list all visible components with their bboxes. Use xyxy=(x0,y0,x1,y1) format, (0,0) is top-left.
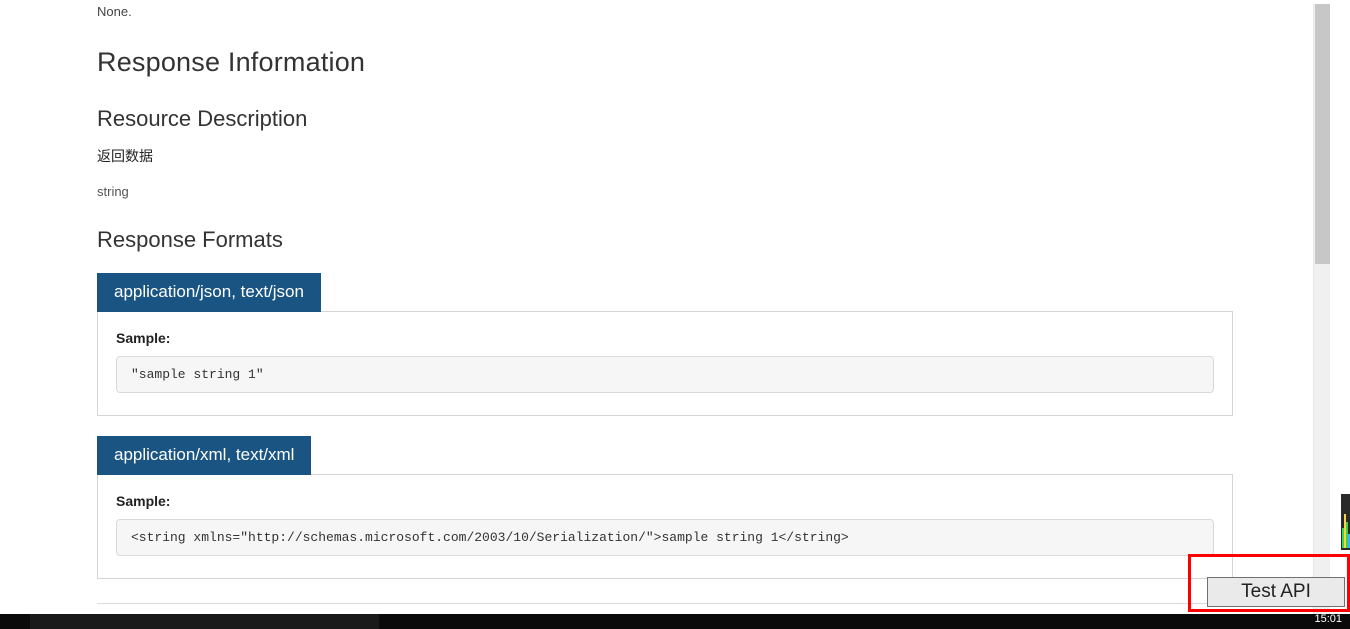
page: None. Response Information Resource Desc… xyxy=(0,4,1330,618)
taskbar-clock: 15:01 xyxy=(1314,613,1342,625)
format-block-json: application/json, text/json Sample: "sam… xyxy=(97,273,1233,416)
sample-label: Sample: xyxy=(116,493,1214,509)
format-body-xml: Sample: <string xmlns="http://schemas.mi… xyxy=(97,474,1233,579)
resource-description-text: 返回数据 xyxy=(97,146,1233,166)
footer-divider xyxy=(97,603,1233,604)
sample-code-xml[interactable]: <string xmlns="http://schemas.microsoft.… xyxy=(116,519,1214,556)
scrollbar-track[interactable] xyxy=(1313,4,1330,618)
scrollbar-thumb[interactable] xyxy=(1315,4,1330,264)
format-tab-json[interactable]: application/json, text/json xyxy=(97,273,321,312)
test-api-button[interactable]: Test API xyxy=(1207,577,1345,607)
sample-label: Sample: xyxy=(116,330,1214,346)
format-tab-xml[interactable]: application/xml, text/xml xyxy=(97,436,311,475)
taskbar-segment[interactable] xyxy=(30,614,379,629)
taskbar[interactable]: 15:01 xyxy=(0,614,1350,629)
resource-type: string xyxy=(97,184,1233,199)
heading-resource-description: Resource Description xyxy=(97,106,1233,132)
heading-response-formats: Response Formats xyxy=(97,227,1233,253)
sample-code-json[interactable]: "sample string 1" xyxy=(116,356,1214,393)
heading-response-information: Response Information xyxy=(97,47,1233,78)
format-body-json: Sample: "sample string 1" xyxy=(97,311,1233,416)
top-note: None. xyxy=(97,4,1233,19)
system-meter-icon xyxy=(1341,494,1350,550)
content-area: None. Response Information Resource Desc… xyxy=(0,4,1330,629)
format-block-xml: application/xml, text/xml Sample: <strin… xyxy=(97,436,1233,579)
